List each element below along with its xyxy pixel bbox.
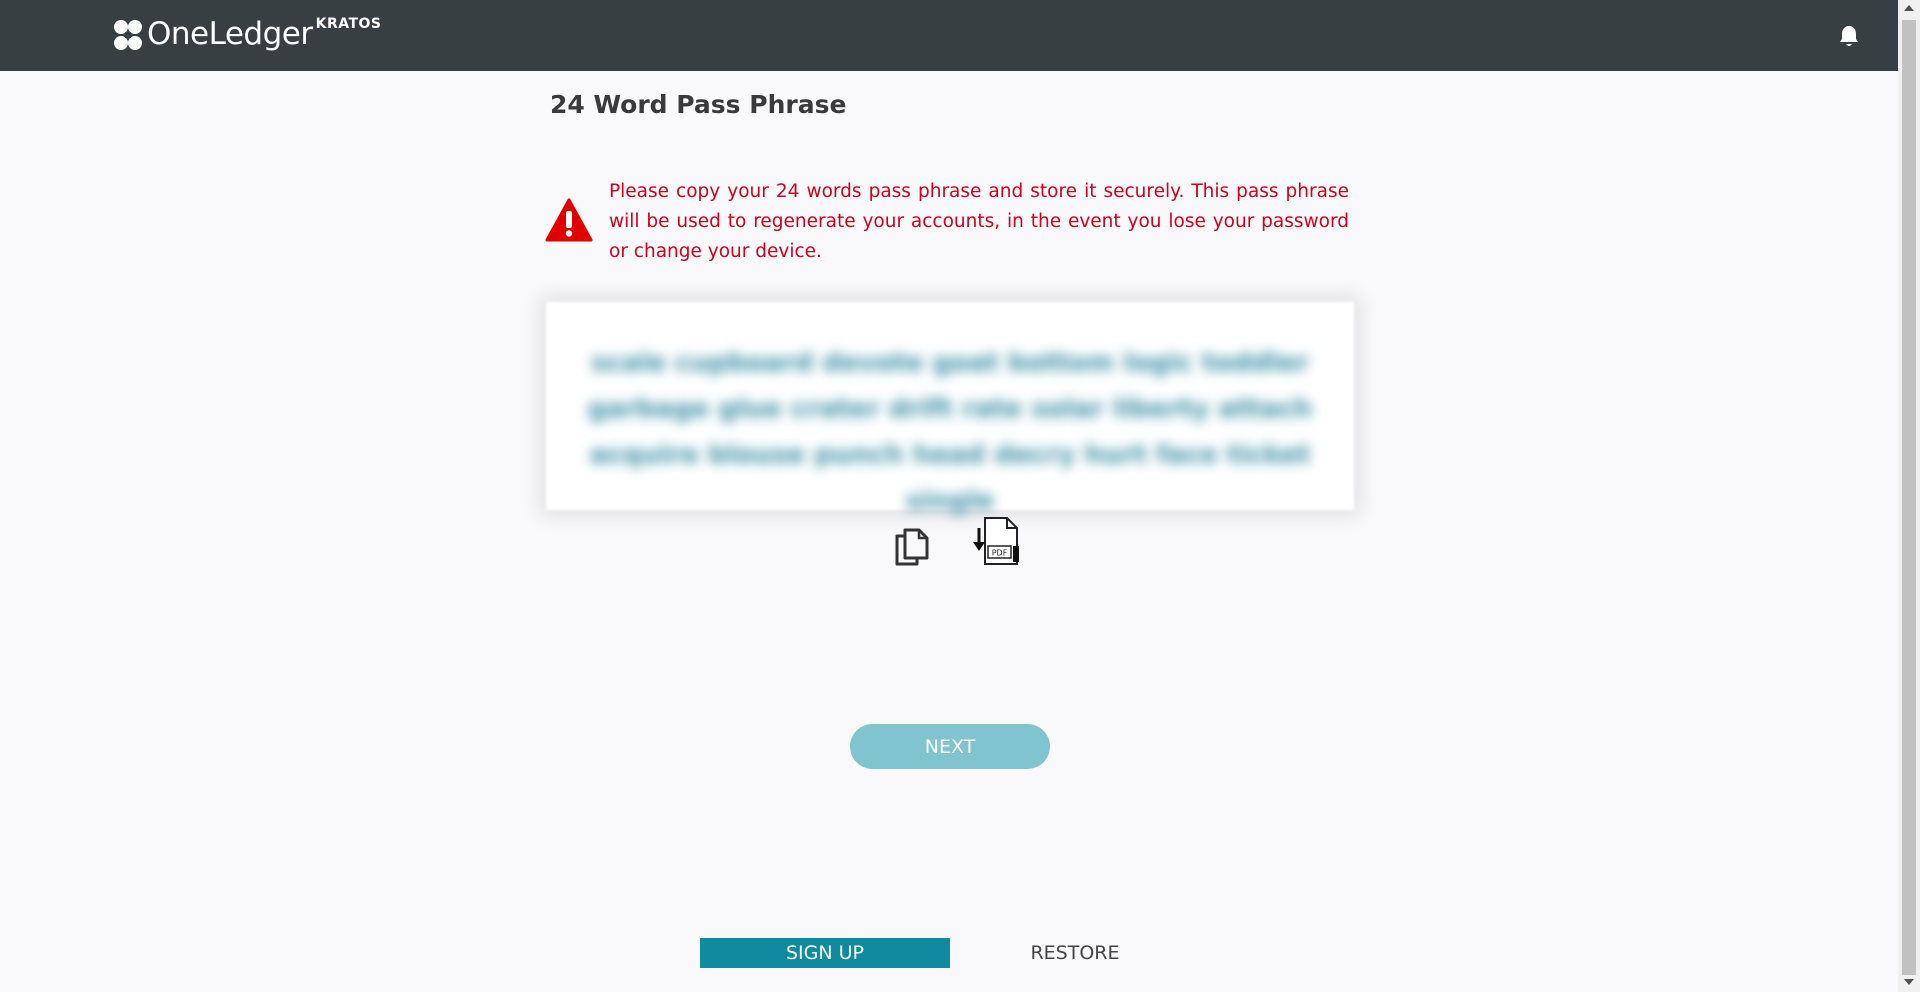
scroll-thumb[interactable] (1902, 20, 1916, 975)
pass-phrase-text: scale cupboard devote goat bottom logic … (587, 348, 1313, 516)
tab-sign-up[interactable]: SIGN UP (700, 938, 950, 968)
svg-text:PDF: PDF (992, 549, 1008, 558)
vertical-scrollbar[interactable] (1898, 0, 1920, 992)
scroll-down-arrow-icon[interactable] (1904, 979, 1914, 985)
bell-icon[interactable] (1838, 24, 1860, 48)
top-navbar: OneLedger KRATOS (0, 0, 1898, 71)
logo-superscript: KRATOS (315, 16, 382, 32)
next-button[interactable]: NEXT (850, 724, 1050, 769)
tab-restore[interactable]: RESTORE (1000, 938, 1150, 968)
oneledger-logo[interactable]: OneLedger KRATOS (112, 14, 382, 54)
logo-mark-icon (114, 20, 142, 50)
scroll-up-arrow-icon[interactable] (1904, 5, 1914, 11)
page-title: 24 Word Pass Phrase (550, 90, 847, 119)
logo-text: OneLedger (147, 16, 313, 52)
warning-triangle-icon (545, 198, 593, 242)
pdf-download-icon[interactable]: PDF (973, 516, 1023, 566)
copy-icon[interactable] (893, 524, 931, 566)
warning-message: Please copy your 24 words pass phrase an… (609, 181, 1349, 262)
